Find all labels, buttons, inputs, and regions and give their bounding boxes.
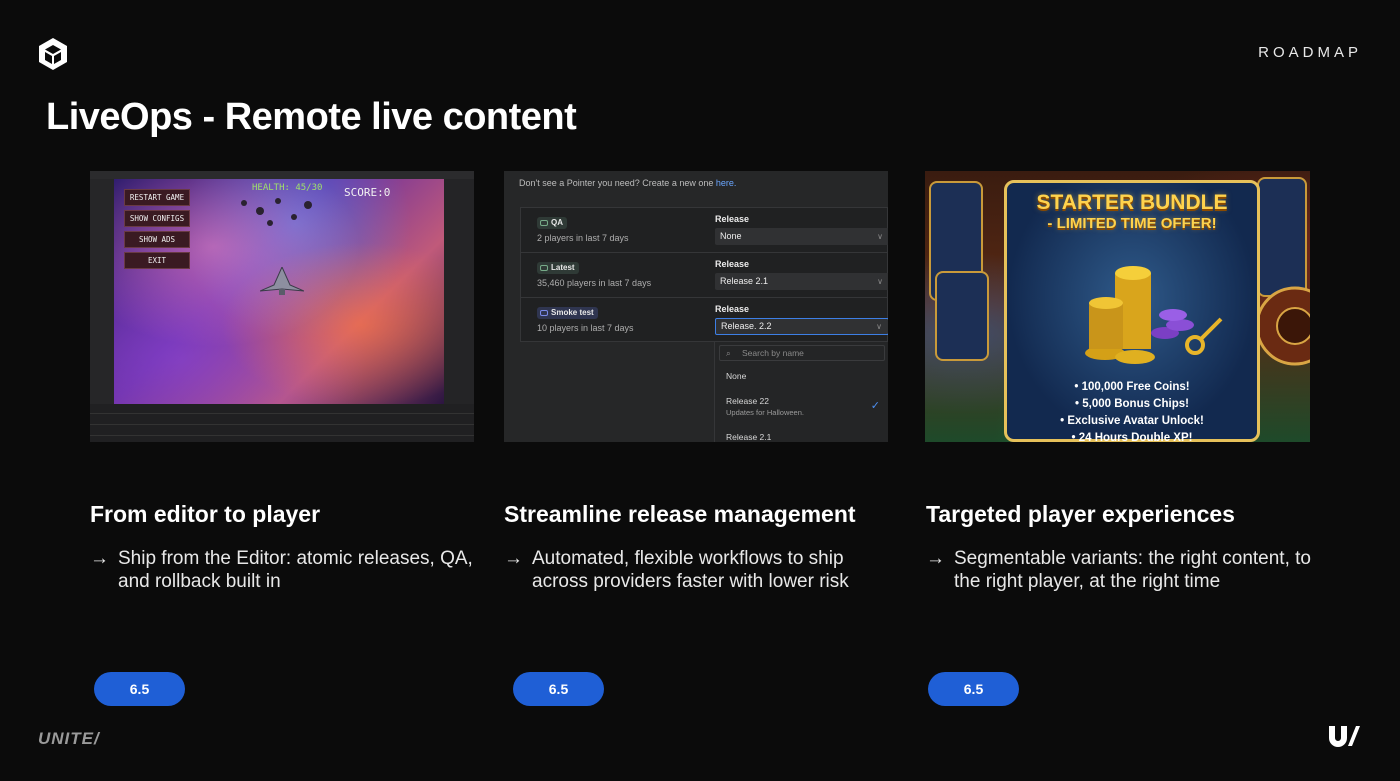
unite-event-logo: UNITE/	[38, 729, 100, 748]
offer-title: STARTER BUNDLE	[1036, 191, 1228, 214]
show-configs-button[interactable]: SHOW CONFIGS	[124, 210, 190, 227]
slot-machine-icon	[935, 271, 989, 361]
release-label: Release	[715, 304, 750, 314]
asteroid-swarm-icon	[241, 198, 312, 226]
pointer-badge: Latest	[537, 262, 579, 274]
arrow-right-icon: →	[504, 548, 523, 569]
column-heading: Targeted player experiences	[926, 501, 1235, 527]
release-search-input[interactable]: ⌕ Search by name	[719, 345, 885, 361]
pointer-table: QA 2 players in last 7 days Release None…	[520, 207, 888, 342]
roulette-wheel-icon	[1255, 286, 1310, 366]
version-badge: 6.5	[513, 672, 604, 706]
offer-bullet: • 24 Hours Double XP!	[1071, 432, 1193, 442]
release-select[interactable]: None ∨	[715, 228, 888, 245]
player-count: 35,460 players in last 7 days	[537, 278, 652, 288]
editor-game-screenshot: HEALTH: 45/30 SCORE:0 RESTART GAME SHOW …	[90, 171, 474, 442]
pointer-row: QA 2 players in last 7 days Release None…	[521, 208, 888, 253]
column-description: → Ship from the Editor: atomic releases,…	[90, 548, 473, 592]
editor-toolbar	[90, 171, 474, 179]
checkmark-icon: ✓	[870, 400, 880, 412]
pointer-badge: QA	[537, 217, 567, 229]
option-description: Updates for Halloween.	[726, 408, 804, 417]
arrow-right-icon: →	[926, 548, 945, 569]
health-readout: HEALTH: 45/30	[252, 183, 323, 193]
editor-console-panel	[90, 404, 474, 442]
dropdown-option[interactable]: Release 22	[726, 396, 769, 406]
offer-bullet: • 5,000 Bonus Chips!	[1075, 398, 1189, 410]
arrow-right-icon: →	[90, 548, 109, 569]
unity-cube-logo-icon	[39, 38, 67, 70]
pointer-badge: Smoke test	[537, 307, 598, 319]
offer-panel: STARTER BUNDLE - LIMITED TIME OFFER! • 1…	[1004, 180, 1260, 442]
exit-button[interactable]: EXIT	[124, 252, 190, 269]
search-icon: ⌕	[726, 348, 731, 358]
player-count: 2 players in last 7 days	[537, 233, 629, 243]
column-heading: Streamline release management	[504, 501, 856, 527]
pointer-row: Smoke test 10 players in last 7 days Rel…	[521, 298, 888, 343]
starter-bundle-screenshot: STARTER BUNDLE - LIMITED TIME OFFER! • 1…	[925, 171, 1310, 442]
release-select-open[interactable]: Release. 2.2 ∨	[715, 318, 888, 335]
restart-game-button[interactable]: RESTART GAME	[124, 189, 190, 206]
release-management-screenshot: Don't see a Pointer you need? Create a n…	[504, 171, 888, 442]
column-heading: From editor to player	[90, 501, 321, 527]
offer-subtitle: - LIMITED TIME OFFER!	[1047, 215, 1217, 232]
unity-u-logo-icon	[1329, 726, 1360, 747]
coins-and-chips-icon	[1085, 266, 1223, 364]
create-pointer-link[interactable]: here.	[716, 178, 737, 188]
game-view: HEALTH: 45/30 SCORE:0 RESTART GAME SHOW …	[114, 179, 444, 404]
section-label: ROADMAP	[1258, 44, 1362, 61]
version-badge: 6.5	[94, 672, 185, 706]
release-label: Release	[715, 214, 750, 224]
column-description: → Automated, flexible workflows to ship …	[504, 548, 849, 592]
editor-hierarchy-panel	[90, 179, 114, 404]
spaceship-icon	[260, 267, 304, 295]
chevron-down-icon: ∨	[876, 322, 882, 331]
score-readout: SCORE:0	[344, 186, 391, 199]
release-label: Release	[715, 259, 750, 269]
offer-bullet: • Exclusive Avatar Unlock!	[1060, 415, 1204, 427]
dropdown-option[interactable]: None	[726, 371, 746, 381]
pointer-row: Latest 35,460 players in last 7 days Rel…	[521, 253, 888, 298]
slot-machine-icon	[1257, 177, 1307, 297]
dropdown-option[interactable]: Release 2.1	[726, 432, 771, 442]
pointer-prompt: Don't see a Pointer you need? Create a n…	[519, 178, 737, 188]
page-title: LiveOps - Remote live content	[46, 96, 577, 138]
show-ads-button[interactable]: SHOW ADS	[124, 231, 190, 248]
version-badge: 6.5	[928, 672, 1019, 706]
offer-bullet: • 100,000 Free Coins!	[1074, 381, 1190, 393]
chevron-down-icon: ∨	[877, 277, 883, 286]
column-description: → Segmentable variants: the right conten…	[926, 548, 1311, 592]
player-count: 10 players in last 7 days	[537, 323, 634, 333]
offer-bullet-list: • 100,000 Free Coins! • 5,000 Bonus Chip…	[1007, 379, 1257, 442]
editor-inspector-panel	[444, 179, 474, 404]
release-select[interactable]: Release 2.1 ∨	[715, 273, 888, 290]
release-dropdown: ⌕ Search by name None Release 22 Updates …	[714, 342, 888, 442]
chevron-down-icon: ∨	[877, 232, 883, 241]
